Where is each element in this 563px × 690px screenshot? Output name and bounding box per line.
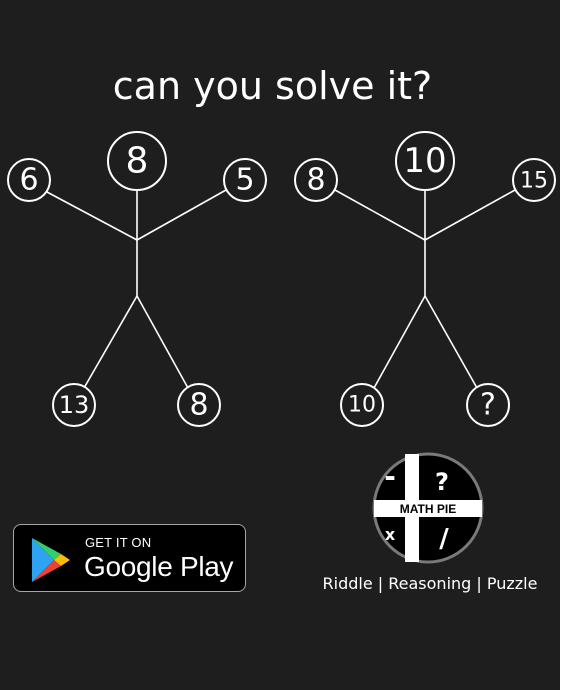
figure-2-right-foot-value: ? (480, 388, 496, 423)
figure-2-left-arm (334, 189, 426, 241)
figure-1-right-hand: 5 (223, 158, 267, 202)
math-pie-logo-text: MATH PIE (399, 502, 457, 516)
google-play-big-text: Google Play (84, 551, 234, 582)
figure-2-right-hand: 15 (512, 158, 556, 202)
logo-symbol-divide: / (439, 524, 449, 554)
figure-1-left-foot-value: 13 (59, 391, 90, 419)
figure-1-left-hand: 6 (7, 158, 51, 202)
figure-1-head: 8 (107, 131, 167, 191)
figure-1-left-foot: 13 (52, 383, 96, 427)
figure-2-left-hand: 8 (294, 158, 338, 202)
google-play-button[interactable]: GET IT ON Google Play (13, 524, 246, 592)
figure-1-right-arm (136, 189, 227, 241)
figure-2-head: 10 (395, 131, 455, 191)
figure-2-right-foot: ? (466, 383, 510, 427)
google-play-small-text: GET IT ON (85, 535, 152, 550)
figure-1-right-leg (136, 295, 189, 389)
figure-1-left-hand-value: 6 (19, 163, 38, 198)
app-tagline: Riddle | Reasoning | Puzzle (322, 574, 538, 593)
stick-figure-1: 8 6 5 13 8 (7, 131, 267, 427)
figure-2-left-leg (373, 295, 426, 389)
figure-1-left-leg (83, 295, 138, 389)
figure-2-left-foot-value: 10 (348, 393, 376, 418)
figure-1-right-foot-value: 8 (189, 388, 208, 423)
logo-symbol-times: x (385, 525, 396, 544)
figure-1-head-value: 8 (126, 141, 149, 182)
figure-2-left-hand-value: 8 (306, 163, 325, 198)
logo-symbol-minus: - (384, 460, 396, 493)
figure-2-right-arm (424, 189, 516, 241)
google-play-icon (32, 538, 70, 582)
stick-figure-2: 10 8 15 10 ? (294, 131, 556, 427)
logo-symbol-question: ? (435, 468, 449, 496)
figure-2-left-foot: 10 (340, 383, 384, 427)
figure-1-right-hand-value: 5 (235, 163, 254, 198)
figure-2-right-leg (424, 295, 478, 389)
figure-2-head-value: 10 (403, 141, 446, 181)
figure-2-right-hand-value: 15 (520, 169, 548, 194)
figure-1-right-foot: 8 (177, 383, 221, 427)
figure-1-left-arm (46, 191, 138, 241)
math-pie-logo: - ? x / MATH PIE (372, 452, 484, 564)
